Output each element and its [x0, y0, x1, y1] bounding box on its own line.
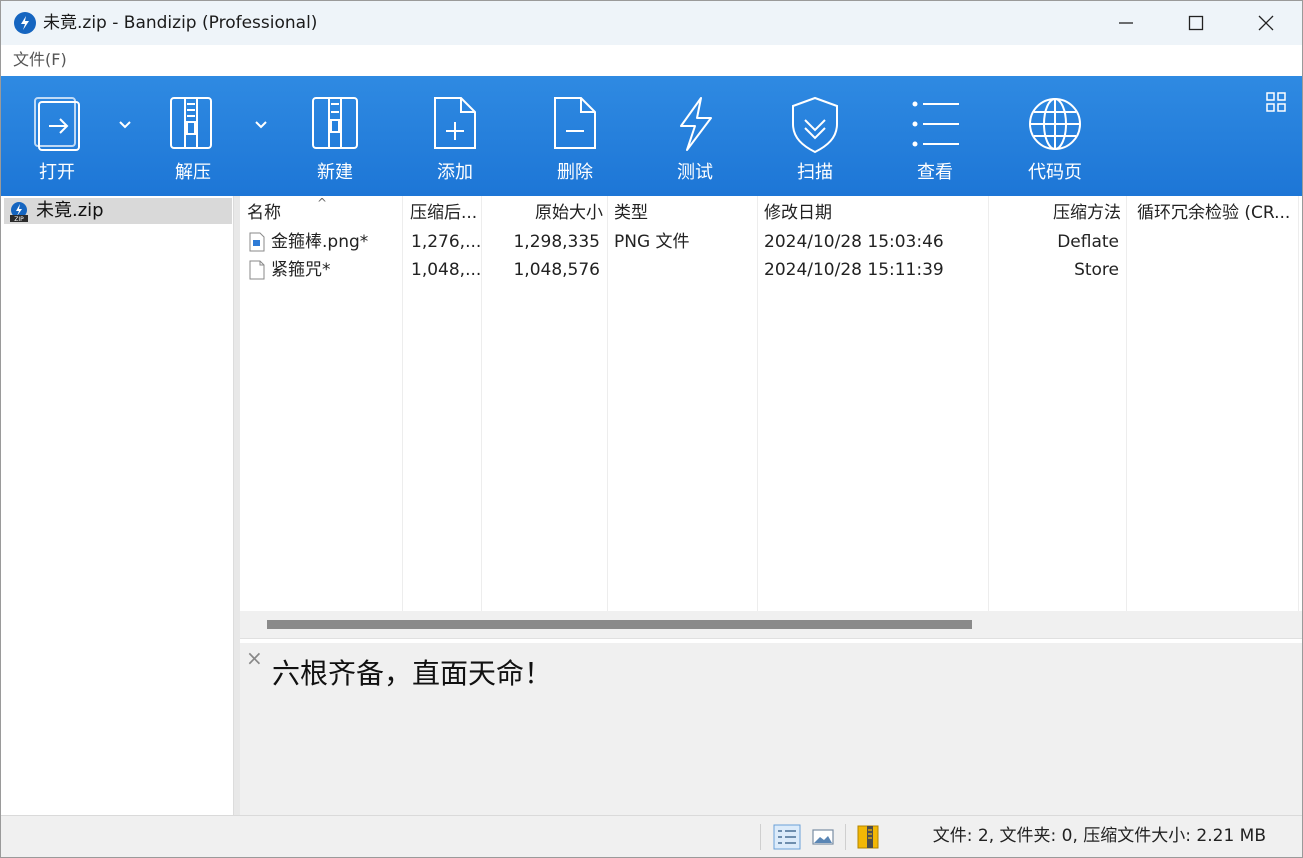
column-header-modified[interactable]: 修改日期	[764, 202, 832, 224]
test-label: 测试	[677, 162, 713, 183]
file-modified: 2024/10/28 15:11:39	[764, 260, 944, 280]
open-button[interactable]: 打开	[2, 76, 112, 196]
new-label: 新建	[317, 162, 353, 183]
file-original-size: 1,298,335	[513, 232, 600, 252]
file-compressed-size: 1,276,...	[411, 232, 482, 252]
horizontal-scrollbar[interactable]	[240, 611, 1302, 639]
file-list: ^ 名称 压缩后... 原始大小 类型 修改日期 压缩方法 循环冗余检验 (CR…	[240, 196, 1302, 611]
menu-bar: 文件(F)	[1, 45, 1302, 76]
column-header-method[interactable]: 压缩方法	[988, 202, 1121, 224]
add-button[interactable]: 添加	[400, 76, 510, 196]
add-file-icon	[434, 97, 476, 149]
column-header-name[interactable]: 名称	[247, 202, 281, 224]
column-divider[interactable]	[402, 196, 403, 611]
delete-file-icon	[554, 97, 596, 149]
scrollbar-thumb[interactable]	[267, 620, 972, 629]
view-label: 查看	[917, 162, 953, 183]
maximize-button[interactable]	[1161, 1, 1231, 45]
menu-file[interactable]: 文件(F)	[13, 50, 67, 70]
tree-item-label: 未竟.zip	[36, 200, 104, 221]
column-divider[interactable]	[607, 196, 608, 611]
open-dropdown-chevron-icon[interactable]	[116, 116, 134, 134]
file-method: Store	[1074, 260, 1119, 280]
status-summary: 文件: 2, 文件夹: 0, 压缩文件大小: 2.21 MB	[932, 826, 1266, 846]
open-icon	[34, 97, 80, 151]
test-button[interactable]: 测试	[640, 76, 750, 196]
delete-button[interactable]: 删除	[520, 76, 630, 196]
close-comment-icon[interactable]: ×	[246, 647, 263, 669]
status-divider	[845, 824, 846, 850]
file-name: 紧箍咒*	[271, 260, 331, 280]
archive-comment: 六根齐备，直面天命！	[272, 657, 553, 690]
column-header-original[interactable]: 原始大小	[481, 202, 603, 224]
status-bar: 文件: 2, 文件夹: 0, 压缩文件大小: 2.21 MB	[1, 815, 1302, 857]
column-divider[interactable]	[1298, 196, 1299, 611]
list-view-icon	[912, 101, 959, 147]
open-label: 打开	[39, 162, 75, 183]
zip-archive-icon: ZIP	[10, 202, 28, 223]
column-header-type[interactable]: 类型	[614, 202, 648, 224]
column-divider[interactable]	[1126, 196, 1127, 611]
image-file-icon	[249, 232, 265, 252]
new-archive-icon	[312, 97, 358, 149]
bandizip-logo-icon	[14, 12, 36, 34]
extract-icon	[170, 97, 212, 149]
extract-button[interactable]: 解压	[138, 76, 248, 196]
minimize-button[interactable]	[1091, 1, 1161, 45]
status-divider	[760, 824, 761, 850]
scan-button[interactable]: 扫描	[760, 76, 870, 196]
generic-file-icon	[249, 260, 265, 280]
extract-dropdown-chevron-icon[interactable]	[252, 116, 270, 134]
new-archive-button[interactable]: 新建	[280, 76, 390, 196]
column-header-crc[interactable]: 循环冗余检验 (CR...	[1137, 202, 1290, 224]
file-type: PNG 文件	[614, 232, 690, 252]
shield-icon	[792, 96, 838, 154]
file-original-size: 1,048,576	[513, 260, 600, 280]
folder-tree: ZIP 未竟.zip	[1, 196, 234, 815]
file-compressed-size: 1,048,...	[411, 260, 482, 280]
file-modified: 2024/10/28 15:03:46	[764, 232, 944, 252]
toolbar: 打开 解压 新建 添加 删除 测试 扫描 查看 代码页	[1, 76, 1302, 196]
thumbnail-view-icon[interactable]	[809, 824, 837, 850]
close-button[interactable]	[1231, 1, 1301, 45]
file-method: Deflate	[1057, 232, 1119, 252]
column-header-compressed[interactable]: 压缩后...	[410, 202, 477, 224]
scan-label: 扫描	[797, 162, 833, 183]
tree-item-archive[interactable]: ZIP 未竟.zip	[4, 198, 232, 224]
app-window: 未竟.zip - Bandizip (Professional) 文件(F) 打…	[0, 0, 1303, 858]
extract-label: 解压	[175, 162, 211, 183]
view-button[interactable]: 查看	[880, 76, 990, 196]
codepage-button[interactable]: 代码页	[1000, 76, 1110, 196]
details-view-icon[interactable]	[773, 824, 801, 850]
add-label: 添加	[437, 162, 473, 183]
globe-icon	[1029, 98, 1081, 150]
archive-info-icon[interactable]	[855, 824, 883, 850]
delete-label: 删除	[557, 162, 593, 183]
codepage-label: 代码页	[1028, 162, 1082, 183]
window-title: 未竟.zip - Bandizip (Professional)	[43, 13, 318, 33]
sort-ascending-icon: ^	[317, 196, 328, 210]
svg-text:ZIP: ZIP	[14, 216, 24, 223]
column-divider[interactable]	[757, 196, 758, 611]
title-bar[interactable]: 未竟.zip - Bandizip (Professional)	[1, 1, 1302, 45]
file-name: 金箍棒.png*	[271, 232, 369, 252]
comment-pane: × 六根齐备，直面天命！	[240, 643, 1302, 815]
lightning-icon	[680, 97, 712, 151]
layout-grid-icon[interactable]	[1266, 92, 1286, 112]
